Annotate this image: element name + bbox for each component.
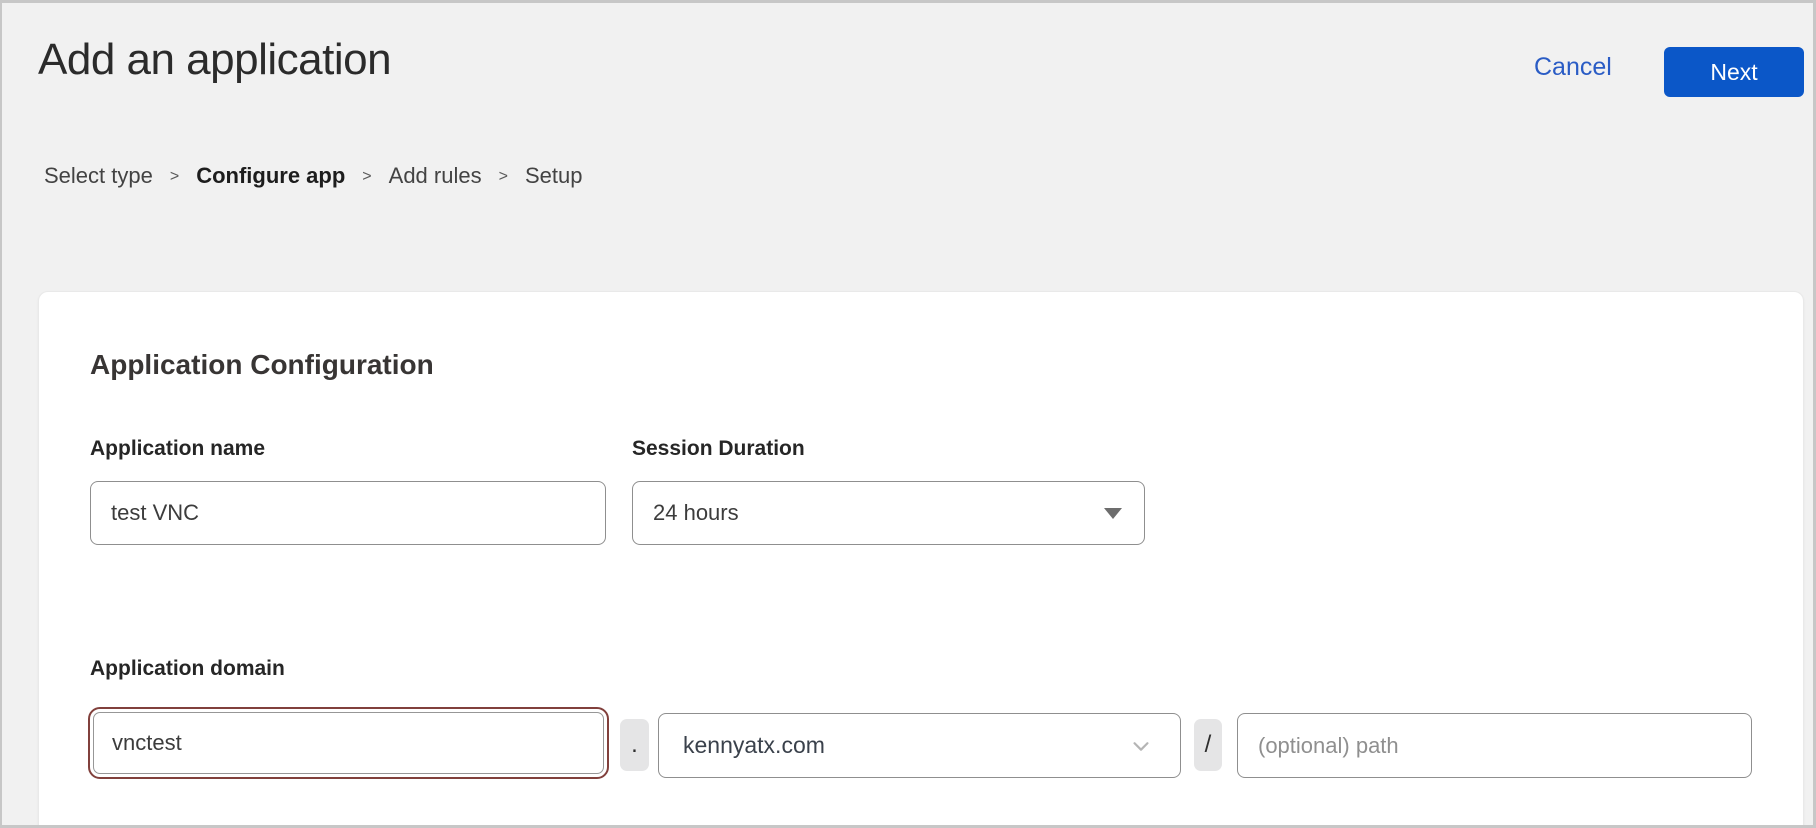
page-title: Add an application — [38, 35, 391, 85]
breadcrumb-separator: > — [170, 166, 179, 186]
application-name-label: Application name — [90, 437, 265, 461]
subdomain-input-error-outline — [88, 707, 609, 779]
step-setup[interactable]: Setup — [525, 163, 583, 189]
domain-select[interactable]: kennyatx.com — [658, 713, 1181, 778]
triangle-down-icon — [1104, 508, 1122, 519]
breadcrumb-separator: > — [362, 166, 371, 186]
breadcrumb: Select type > Configure app > Add rules … — [44, 163, 582, 189]
chevron-down-icon — [1130, 735, 1152, 757]
session-duration-label: Session Duration — [632, 437, 805, 461]
application-name-input[interactable] — [90, 481, 606, 545]
next-button[interactable]: Next — [1664, 47, 1804, 97]
breadcrumb-separator: > — [499, 166, 508, 186]
slash-separator: / — [1194, 719, 1222, 771]
dot-separator: . — [620, 719, 649, 771]
step-add-rules[interactable]: Add rules — [389, 163, 482, 189]
step-configure-app[interactable]: Configure app — [196, 163, 345, 189]
session-duration-select[interactable]: 24 hours — [632, 481, 1145, 545]
application-domain-label: Application domain — [90, 657, 285, 681]
domain-selected-value: kennyatx.com — [683, 732, 1130, 759]
card-heading: Application Configuration — [90, 349, 434, 381]
page: Add an application Cancel Next Select ty… — [0, 0, 1816, 828]
path-input[interactable] — [1237, 713, 1752, 778]
session-duration-selected-value: 24 hours — [653, 500, 1104, 526]
subdomain-input[interactable] — [93, 712, 604, 774]
step-select-type[interactable]: Select type — [44, 163, 153, 189]
cancel-button[interactable]: Cancel — [1534, 53, 1612, 82]
